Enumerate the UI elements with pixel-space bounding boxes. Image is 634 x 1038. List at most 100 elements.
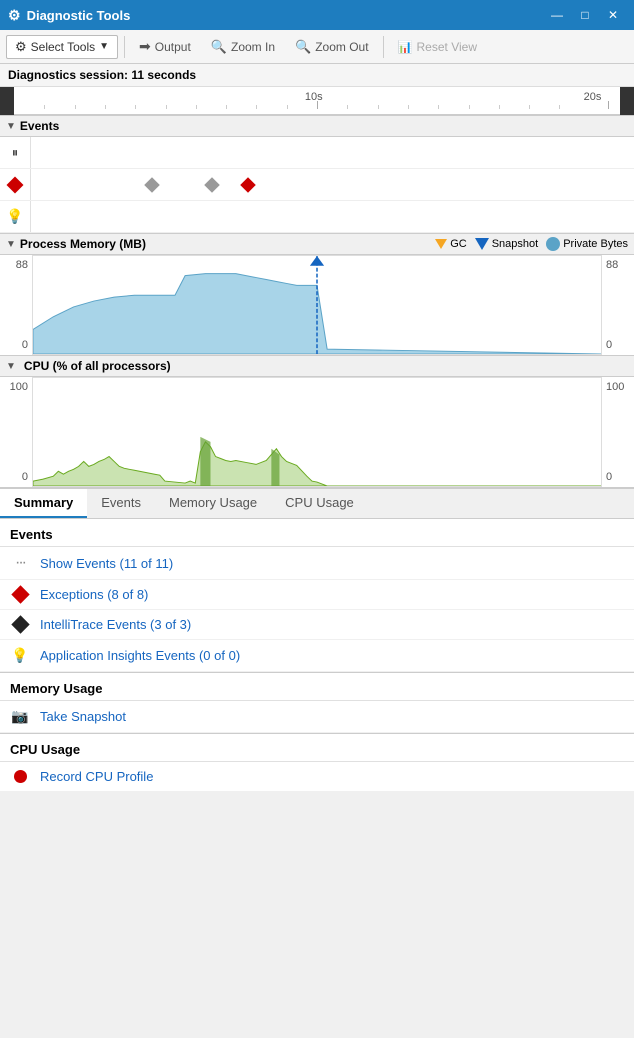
cpu-y-max-left: 100 bbox=[4, 381, 28, 393]
dropdown-arrow-icon: ▼ bbox=[99, 41, 109, 52]
ruler-tick bbox=[44, 105, 45, 109]
record-circle-icon bbox=[14, 770, 27, 783]
ruler-tick bbox=[529, 105, 530, 109]
cpu-y-axis-left: 100 0 bbox=[0, 377, 32, 487]
tab-memory-usage[interactable]: Memory Usage bbox=[155, 489, 271, 518]
cpu-area-polygon bbox=[33, 442, 601, 486]
record-cpu-text: Record CPU Profile bbox=[40, 769, 153, 784]
cpu-y-min-left: 0 bbox=[4, 471, 28, 483]
summary-events-header: Events bbox=[0, 519, 634, 547]
ruler-tick bbox=[256, 105, 257, 109]
summary-item-show-events[interactable]: ··· Show Events (11 of 11) bbox=[0, 547, 634, 580]
events-section-header[interactable]: ▼ Events bbox=[0, 115, 634, 137]
app-insights-text: Application Insights Events (0 of 0) bbox=[40, 648, 240, 663]
memory-y-min-right: 0 bbox=[606, 339, 630, 351]
bulb-event-track bbox=[30, 201, 634, 232]
exception-event-track bbox=[30, 169, 634, 200]
cpu-spike-2 bbox=[271, 449, 279, 486]
private-bytes-legend-label: Private Bytes bbox=[563, 238, 628, 250]
bulb-icon: 💡 bbox=[6, 208, 23, 225]
summary-item-take-snapshot[interactable]: 📷 Take Snapshot bbox=[0, 701, 634, 733]
take-snapshot-text: Take Snapshot bbox=[40, 709, 126, 724]
ruler-tick bbox=[166, 105, 167, 109]
pause-icon: ⏸ bbox=[12, 145, 19, 161]
ruler-tick bbox=[499, 105, 500, 109]
cpu-collapse-arrow: ▼ bbox=[6, 361, 16, 372]
exceptions-icon bbox=[10, 588, 30, 601]
memory-y-min-left: 0 bbox=[4, 339, 28, 351]
lightbulb-icon: 💡 bbox=[11, 647, 28, 664]
record-icon-container bbox=[10, 770, 30, 783]
ruler-tick bbox=[408, 105, 409, 109]
event-row-pause: ⏸ bbox=[0, 137, 634, 169]
exception-diamond-icon bbox=[11, 585, 29, 603]
event-row-bulb: 💡 bbox=[0, 201, 634, 233]
event-marker-1 bbox=[144, 177, 160, 193]
zoom-out-button[interactable]: 🔍 Zoom Out bbox=[287, 36, 377, 58]
ruler-tick bbox=[135, 105, 136, 109]
memory-y-max-left: 88 bbox=[4, 259, 28, 271]
bulb-icon-container: 💡 bbox=[0, 208, 30, 225]
minimize-button[interactable]: — bbox=[544, 4, 570, 26]
intellitrace-diamond-icon bbox=[11, 615, 29, 633]
snapshot-legend-label: Snapshot bbox=[492, 238, 538, 250]
memory-y-max-right: 88 bbox=[606, 259, 630, 271]
event-marker-3 bbox=[240, 177, 256, 193]
memory-y-axis-right: 88 0 bbox=[602, 255, 634, 355]
cpu-section-header[interactable]: ▼ CPU (% of all processors) bbox=[0, 355, 634, 377]
select-tools-button[interactable]: ⚙ Select Tools ▼ bbox=[6, 35, 118, 59]
cpu-y-min-right: 0 bbox=[606, 471, 630, 483]
cpu-spike-1 bbox=[200, 437, 210, 486]
reset-view-icon: 📊 bbox=[398, 40, 413, 54]
summary-memory-header: Memory Usage bbox=[0, 673, 634, 701]
snapshot-triangle-icon bbox=[475, 238, 489, 250]
gc-triangle-icon bbox=[435, 239, 447, 249]
title-left: ⚙ Diagnostic Tools bbox=[8, 7, 130, 24]
event-row-exceptions bbox=[0, 169, 634, 201]
output-icon: ➡ bbox=[139, 38, 151, 55]
cpu-chart-area bbox=[32, 377, 602, 487]
tab-cpu-usage[interactable]: CPU Usage bbox=[271, 489, 368, 518]
tab-summary[interactable]: Summary bbox=[0, 489, 87, 518]
intellitrace-text: IntelliTrace Events (3 of 3) bbox=[40, 617, 191, 632]
timeline-ruler: 10s 20s bbox=[0, 87, 634, 115]
pause-icon-container: ⏸ bbox=[0, 145, 30, 161]
summary-cpu-header: CPU Usage bbox=[0, 734, 634, 762]
toolbar: ⚙ Select Tools ▼ ➡ Output 🔍 Zoom In 🔍 Zo… bbox=[0, 30, 634, 64]
bottom-section: Summary Events Memory Usage CPU Usage Ev… bbox=[0, 487, 634, 792]
ruler-label-20s: 20s bbox=[584, 91, 602, 103]
private-bytes-legend-item: Private Bytes bbox=[546, 237, 628, 251]
zoom-in-icon: 🔍 bbox=[211, 39, 227, 55]
dots-icon: ··· bbox=[15, 554, 25, 572]
session-info-text: Diagnostics session: 11 seconds bbox=[8, 68, 196, 82]
toolbar-separator-2 bbox=[383, 36, 384, 58]
ruler-end-marker bbox=[620, 87, 634, 115]
tab-events[interactable]: Events bbox=[87, 489, 155, 518]
reset-view-label: Reset View bbox=[417, 40, 477, 54]
gc-legend-item: GC bbox=[435, 238, 467, 250]
summary-item-record-cpu[interactable]: Record CPU Profile bbox=[0, 762, 634, 792]
summary-item-app-insights[interactable]: 💡 Application Insights Events (0 of 0) bbox=[0, 640, 634, 672]
memory-chart-area bbox=[32, 255, 602, 355]
output-button[interactable]: ➡ Output bbox=[131, 35, 199, 58]
gear-icon: ⚙ bbox=[8, 7, 21, 24]
summary-item-intellitrace[interactable]: IntelliTrace Events (3 of 3) bbox=[0, 610, 634, 640]
close-button[interactable]: ✕ bbox=[600, 4, 626, 26]
camera-icon: 📷 bbox=[11, 708, 28, 725]
pause-event-track bbox=[30, 137, 634, 168]
select-tools-label: Select Tools bbox=[31, 40, 95, 54]
snapshot-triangle-marker bbox=[310, 256, 324, 266]
ruler-tick bbox=[105, 105, 106, 109]
summary-item-exceptions[interactable]: Exceptions (8 of 8) bbox=[0, 580, 634, 610]
zoom-in-button[interactable]: 🔍 Zoom In bbox=[203, 36, 283, 58]
ruler-label-10s: 10s bbox=[305, 91, 323, 103]
camera-icon-container: 📷 bbox=[10, 708, 30, 725]
ruler-tick bbox=[469, 105, 470, 109]
memory-section-header[interactable]: ▼ Process Memory (MB) GC Snapshot Privat… bbox=[0, 233, 634, 255]
events-chart: ⏸ 💡 bbox=[0, 137, 634, 233]
restore-button[interactable]: □ bbox=[572, 4, 598, 26]
ruler-tick bbox=[378, 105, 379, 109]
memory-svg bbox=[33, 256, 601, 354]
show-events-text: Show Events (11 of 11) bbox=[40, 556, 173, 571]
ruler-tick bbox=[287, 105, 288, 109]
